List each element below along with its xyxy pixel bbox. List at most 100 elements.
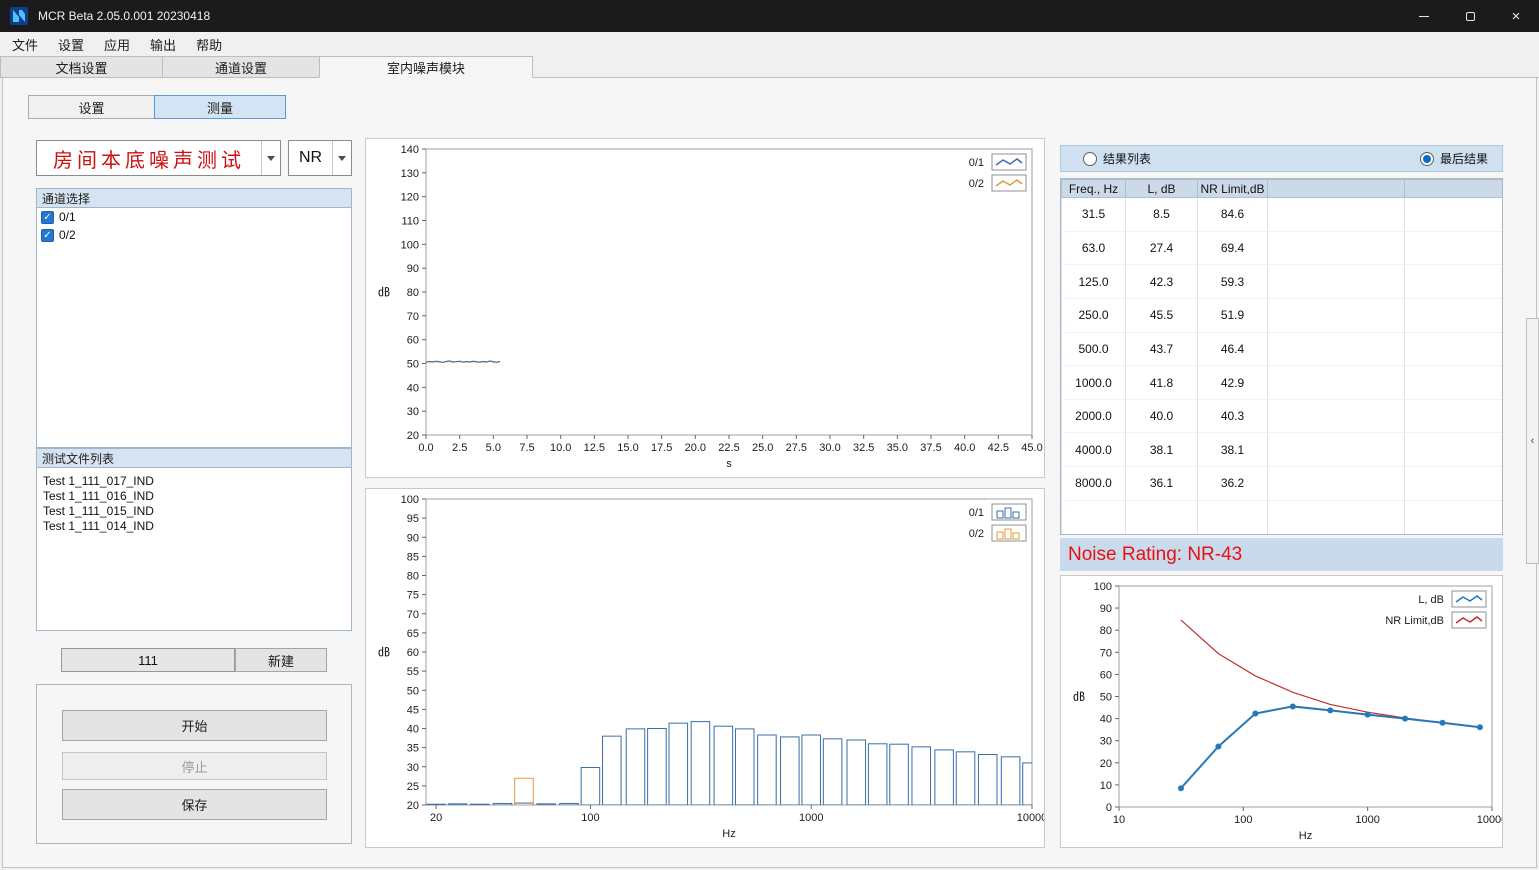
table-cell (1268, 198, 1405, 232)
table-cell (1268, 332, 1405, 366)
sub-tab-strip: 设置测量 (28, 95, 286, 119)
svg-text:60: 60 (407, 335, 419, 347)
channel-row-0-1[interactable]: ✓0/1 (37, 208, 351, 226)
table-cell (1198, 500, 1268, 534)
menu-item-4[interactable]: 帮助 (186, 32, 232, 57)
table-cell: 31.5 (1062, 198, 1126, 232)
table-cell: 36.2 (1198, 467, 1268, 501)
radio-result-list[interactable]: 结果列表 (1083, 150, 1151, 167)
table-row[interactable]: 125.042.359.3 (1062, 265, 1504, 299)
svg-text:L, dB: L, dB (1418, 594, 1444, 606)
noise-rating-banner: Noise Rating: NR-43 (1060, 538, 1503, 571)
table-cell (1268, 366, 1405, 400)
save-button[interactable]: 保存 (62, 789, 327, 820)
maximize-button[interactable] (1447, 0, 1493, 32)
stop-button: 停止 (62, 752, 327, 780)
test-type-combobox[interactable]: 房间本底噪声测试 (36, 140, 281, 176)
table-row[interactable]: 31.58.584.6 (1062, 198, 1504, 232)
file-name-input[interactable] (61, 648, 235, 672)
svg-text:42.5: 42.5 (988, 442, 1009, 454)
svg-text:0/2: 0/2 (969, 528, 984, 540)
table-cell: 40.3 (1198, 399, 1268, 433)
svg-text:65: 65 (407, 628, 419, 640)
svg-text:㏈: ㏈ (1073, 690, 1085, 704)
svg-text:Hz: Hz (1299, 830, 1312, 842)
rating-combobox[interactable]: NR (288, 140, 352, 176)
radio-last-result-label: 最后结果 (1440, 150, 1488, 167)
main-tab-1[interactable]: 通道设置 (162, 56, 320, 78)
checkbox-icon[interactable]: ✓ (41, 211, 54, 224)
svg-text:㏈: ㏈ (378, 285, 390, 299)
channel-listbox[interactable]: ✓0/1✓0/2 (36, 208, 352, 448)
svg-text:12.5: 12.5 (584, 442, 605, 454)
table-cell: 69.4 (1198, 231, 1268, 265)
rating-value: NR (289, 141, 332, 175)
radio-result-list-label: 结果列表 (1103, 150, 1151, 167)
window-title: MCR Beta 2.05.0.001 20230418 (38, 9, 210, 23)
table-row[interactable]: 2000.040.040.3 (1062, 399, 1504, 433)
side-panel-expander[interactable]: ‹ (1526, 318, 1539, 564)
results-table-container[interactable]: Freq., HzL, dBNR Limit,dB 31.58.584.663.… (1060, 178, 1503, 535)
table-cell: 8000.0 (1062, 467, 1126, 501)
file-list-item[interactable]: Test 1_111_014_IND (37, 519, 351, 534)
svg-text:35.0: 35.0 (887, 442, 908, 454)
table-row[interactable]: 4000.038.138.1 (1062, 433, 1504, 467)
main-tab-2[interactable]: 室内噪声模块 (319, 56, 533, 78)
channel-row-0-2[interactable]: ✓0/2 (37, 226, 351, 244)
main-tab-0[interactable]: 文档设置 (0, 56, 163, 78)
svg-text:20.0: 20.0 (685, 442, 706, 454)
chevron-down-icon (338, 156, 346, 161)
menu-item-0[interactable]: 文件 (2, 32, 48, 57)
minimize-button[interactable] (1401, 0, 1447, 32)
table-row[interactable]: 8000.036.136.2 (1062, 467, 1504, 501)
table-cell: 36.1 (1126, 467, 1198, 501)
checkbox-icon[interactable]: ✓ (41, 229, 54, 242)
svg-text:100: 100 (401, 494, 419, 506)
svg-text:90: 90 (1100, 603, 1112, 615)
menu-item-1[interactable]: 设置 (48, 32, 94, 57)
menu-item-3[interactable]: 输出 (140, 32, 186, 57)
new-button[interactable]: 新建 (235, 648, 327, 672)
table-header-cell: Freq., Hz (1062, 180, 1126, 198)
radio-last-result[interactable]: 最后结果 (1420, 150, 1488, 167)
svg-text:20: 20 (407, 800, 419, 812)
results-table: Freq., HzL, dBNR Limit,dB 31.58.584.663.… (1061, 179, 1503, 534)
svg-text:20: 20 (407, 430, 419, 442)
svg-text:80: 80 (1100, 625, 1112, 637)
table-row[interactable]: 1000.041.842.9 (1062, 366, 1504, 400)
table-cell: 41.8 (1126, 366, 1198, 400)
table-cell: 8.5 (1126, 198, 1198, 232)
file-list-item[interactable]: Test 1_111_015_IND (37, 504, 351, 519)
menu-item-2[interactable]: 应用 (94, 32, 140, 57)
svg-text:70: 70 (407, 311, 419, 323)
svg-text:30.0: 30.0 (819, 442, 840, 454)
table-cell (1405, 332, 1504, 366)
channel-section-header: 通道选择 (36, 188, 352, 208)
table-cell (1268, 433, 1405, 467)
svg-text:10: 10 (1113, 814, 1125, 826)
table-header-cell: NR Limit,dB (1198, 180, 1268, 198)
table-row[interactable]: 63.027.469.4 (1062, 231, 1504, 265)
file-list-item[interactable]: Test 1_111_016_IND (37, 489, 351, 504)
table-row[interactable]: 250.045.551.9 (1062, 298, 1504, 332)
test-type-dropdown-button[interactable] (261, 141, 280, 175)
rating-dropdown-button[interactable] (332, 141, 351, 175)
window-controls: × (1401, 0, 1539, 32)
spectrum_chart-svg: 2025303540455055606570758085909510020100… (366, 489, 1044, 847)
svg-text:27.5: 27.5 (786, 442, 807, 454)
table-cell: 40.0 (1126, 399, 1198, 433)
table-row[interactable]: 500.043.746.4 (1062, 332, 1504, 366)
table-cell (1405, 366, 1504, 400)
svg-text:40: 40 (1100, 714, 1112, 726)
start-button[interactable]: 开始 (62, 710, 327, 741)
file-listbox[interactable]: Test 1_111_017_INDTest 1_111_016_INDTest… (36, 468, 352, 631)
table-cell (1405, 198, 1504, 232)
sub-tab-0[interactable]: 设置 (28, 95, 155, 119)
close-button[interactable]: × (1493, 0, 1539, 32)
svg-text:15.0: 15.0 (617, 442, 638, 454)
table-cell: 42.9 (1198, 366, 1268, 400)
sub-tab-1[interactable]: 测量 (154, 95, 286, 119)
file-list-item[interactable]: Test 1_111_017_IND (37, 474, 351, 489)
svg-text:90: 90 (407, 263, 419, 275)
svg-text:25: 25 (407, 781, 419, 793)
